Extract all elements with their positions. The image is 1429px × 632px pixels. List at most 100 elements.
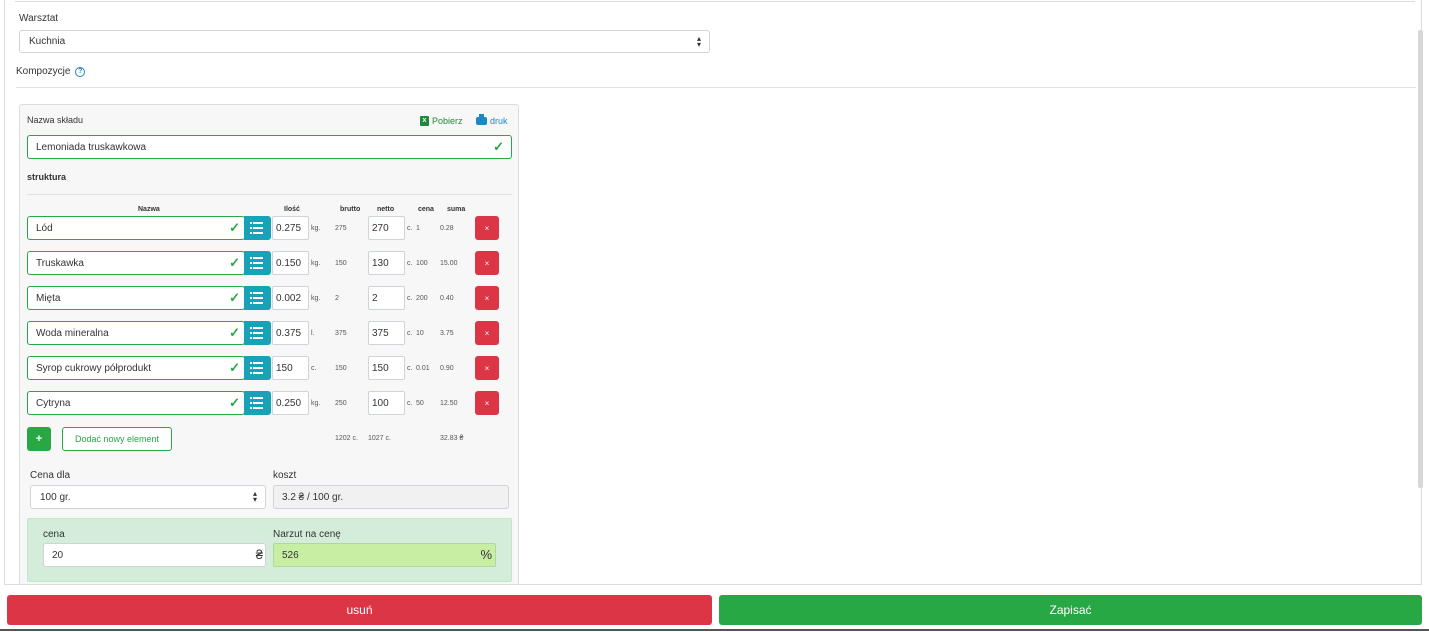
print-link[interactable]: druk (476, 114, 508, 126)
net-unit: c. (407, 295, 413, 302)
qty-input[interactable]: 0.250 (272, 391, 309, 415)
gross-value: 250 (335, 400, 347, 407)
ingredient-name: Woda mineralna (36, 327, 109, 339)
delete-row-button[interactable]: × (475, 356, 499, 380)
gross-value: 375 (335, 330, 347, 337)
list-icon[interactable] (244, 216, 271, 240)
composition-name-value: Lemoniada truskawkowa (36, 141, 147, 153)
list-icon[interactable] (244, 356, 271, 380)
top-divider (15, 1, 1415, 2)
cost-field: 3.2 ₴ / 100 gr. (273, 485, 509, 509)
col-name-header: Nazwa (138, 206, 160, 213)
sum-value: 15.00 (440, 260, 458, 267)
net-input[interactable]: 130 (368, 251, 405, 275)
col-qty-header: Ilość (284, 206, 300, 213)
sum-value: 0.40 (440, 295, 454, 302)
list-icon[interactable] (244, 286, 271, 310)
compositions-divider (16, 87, 1416, 88)
sum-value: 0.28 (440, 225, 454, 232)
ingredient-name-input[interactable]: Mięta ✓ (27, 286, 245, 310)
qty-input[interactable]: 0.275 (272, 216, 309, 240)
workshop-select[interactable]: Kuchnia ▴ ▾ (19, 30, 710, 53)
check-icon: ✓ (229, 290, 240, 305)
markup-label: Narzut na cenę (273, 529, 341, 540)
scrollbar[interactable] (1418, 30, 1423, 488)
price-value: 50 (416, 400, 424, 407)
total-net: 1027 c. (368, 435, 391, 442)
delete-row-button[interactable]: × (475, 321, 499, 345)
delete-row-button[interactable]: × (475, 391, 499, 415)
price-value: 200 (416, 295, 428, 302)
help-icon[interactable]: ? (75, 67, 86, 77)
ingredient-name-input[interactable]: Cytryna ✓ (27, 391, 245, 415)
ingredient-name: Mięta (36, 292, 61, 304)
ingredient-name: Syrop cukrowy półprodukt (36, 362, 152, 374)
hryvnia-icon: ₴ (255, 547, 263, 562)
ingredient-name: Cytryna (36, 397, 71, 409)
net-unit: c. (407, 330, 413, 337)
net-input[interactable]: 270 (368, 216, 405, 240)
qty-input[interactable]: 0.375 (272, 321, 309, 345)
ingredient-name-input[interactable]: Truskawka ✓ (27, 251, 245, 275)
col-net-header: netto (377, 206, 395, 213)
net-unit: c. (407, 365, 413, 372)
net-input[interactable]: 2 (368, 286, 405, 310)
net-input[interactable]: 100 (368, 391, 405, 415)
qty-input[interactable]: 0.150 (272, 251, 309, 275)
structure-divider (27, 194, 512, 195)
delete-row-button[interactable]: × (475, 286, 499, 310)
compositions-heading: Kompozycje ? (16, 66, 86, 77)
net-input[interactable]: 150 (368, 356, 405, 380)
qty-unit: kg. (311, 400, 321, 407)
composition-card: Nazwa składu x Pobierz druk Lemoniada tr… (19, 104, 519, 584)
check-icon: ✓ (493, 139, 504, 154)
ingredient-name-input[interactable]: Lód ✓ (27, 216, 245, 240)
list-icon[interactable] (244, 251, 271, 275)
download-link[interactable]: x Pobierz (420, 116, 463, 126)
price-value: 100 (416, 260, 428, 267)
price-for-value: 100 gr. (40, 491, 71, 503)
delete-row-button[interactable]: × (475, 251, 499, 275)
percent-icon: % (480, 547, 492, 562)
list-icon[interactable] (244, 321, 271, 345)
qty-unit: kg. (311, 260, 321, 267)
total-gross: 1202 c. (335, 435, 358, 442)
delete-button[interactable]: usuń (7, 595, 712, 625)
price-for-select[interactable]: 100 gr. ▴ ▾ (30, 485, 266, 509)
workshop-select-value: Kuchnia (29, 36, 66, 47)
price-label: cena (43, 529, 65, 540)
save-button[interactable]: Zapisać (719, 595, 1422, 625)
net-unit: c. (407, 400, 413, 407)
qty-unit: kg. (311, 225, 321, 232)
sum-value: 3.75 (440, 330, 454, 337)
printer-icon (476, 114, 487, 125)
price-for-label: Cena dla (30, 470, 71, 481)
ingredient-name: Truskawka (36, 257, 84, 269)
price-input[interactable]: 20 ₴ (43, 543, 266, 567)
add-element-button[interactable]: Dodać nowy element (62, 427, 172, 451)
structure-label: struktura (27, 172, 67, 182)
ingredient-name-input[interactable]: Woda mineralna ✓ (27, 321, 245, 345)
delete-row-button[interactable]: × (475, 216, 499, 240)
gross-value: 150 (335, 260, 347, 267)
composition-name-input[interactable]: Lemoniada truskawkowa ✓ (27, 135, 512, 159)
col-price-header: cena (418, 206, 434, 213)
gross-value: 2 (335, 295, 339, 302)
excel-icon: x (420, 116, 429, 126)
check-icon: ✓ (229, 360, 240, 375)
add-element-plus-button[interactable]: + (27, 427, 51, 451)
check-icon: ✓ (229, 325, 240, 340)
select-arrows-icon: ▴ ▾ (696, 33, 701, 49)
list-icon[interactable] (244, 391, 271, 415)
net-input[interactable]: 375 (368, 321, 405, 345)
pricing-box: cena 20 ₴ Narzut na cenę 526 % (27, 518, 512, 582)
qty-unit: c. (311, 365, 317, 372)
print-label: druk (490, 116, 508, 126)
price-value: 20 (52, 549, 64, 561)
qty-input[interactable]: 0.002 (272, 286, 309, 310)
cost-label: koszt (273, 470, 297, 481)
ingredient-name-input[interactable]: Syrop cukrowy półprodukt ✓ (27, 356, 245, 380)
qty-input[interactable]: 150 (272, 356, 309, 380)
markup-input[interactable]: 526 % (273, 543, 496, 567)
check-icon: ✓ (229, 395, 240, 410)
